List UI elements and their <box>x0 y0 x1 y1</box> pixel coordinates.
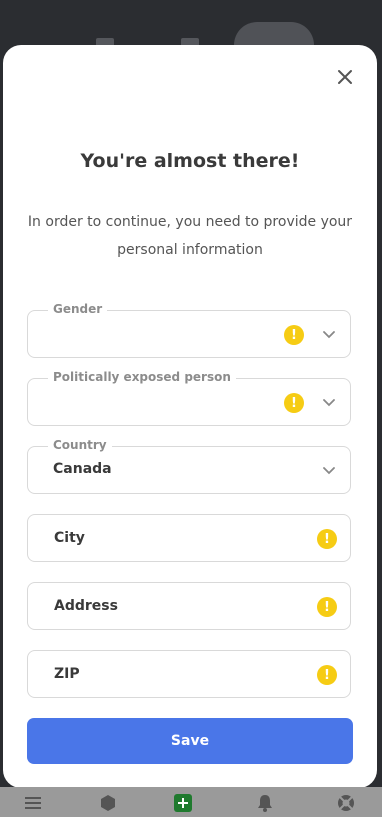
chevron-down-icon <box>322 396 336 410</box>
save-button[interactable]: Save <box>27 718 353 764</box>
address-field[interactable]: Address ! <box>27 582 351 630</box>
chevron-down-icon <box>322 464 336 478</box>
bell-icon[interactable] <box>255 793 275 813</box>
lifebuoy-icon[interactable] <box>336 793 356 813</box>
zip-field[interactable]: ZIP ! <box>27 650 351 698</box>
address-placeholder: Address <box>54 598 118 614</box>
pep-select[interactable]: Politically exposed person ! <box>27 370 351 426</box>
pep-label: Politically exposed person <box>48 370 236 384</box>
modal-subtitle: In order to continue, you need to provid… <box>27 214 353 258</box>
country-label: Country <box>48 438 112 452</box>
menu-icon[interactable] <box>23 793 43 813</box>
close-icon[interactable] <box>335 67 355 87</box>
bottom-nav <box>0 787 382 817</box>
chevron-down-icon <box>322 328 336 342</box>
gender-select[interactable]: Gender ! <box>27 302 351 358</box>
personal-info-modal: You're almost there! In order to continu… <box>3 45 377 788</box>
warning-icon: ! <box>317 597 337 617</box>
warning-icon: ! <box>317 529 337 549</box>
country-select[interactable]: Country Canada <box>27 438 351 494</box>
cube-icon[interactable] <box>98 793 118 813</box>
warning-icon: ! <box>317 665 337 685</box>
city-field[interactable]: City ! <box>27 514 351 562</box>
warning-icon: ! <box>284 393 304 413</box>
country-value: Canada <box>53 461 112 477</box>
add-icon[interactable] <box>173 793 193 813</box>
city-placeholder: City <box>54 530 85 546</box>
warning-icon: ! <box>284 325 304 345</box>
modal-title: You're almost there! <box>80 150 300 172</box>
gender-label: Gender <box>48 302 108 316</box>
zip-placeholder: ZIP <box>54 666 80 682</box>
